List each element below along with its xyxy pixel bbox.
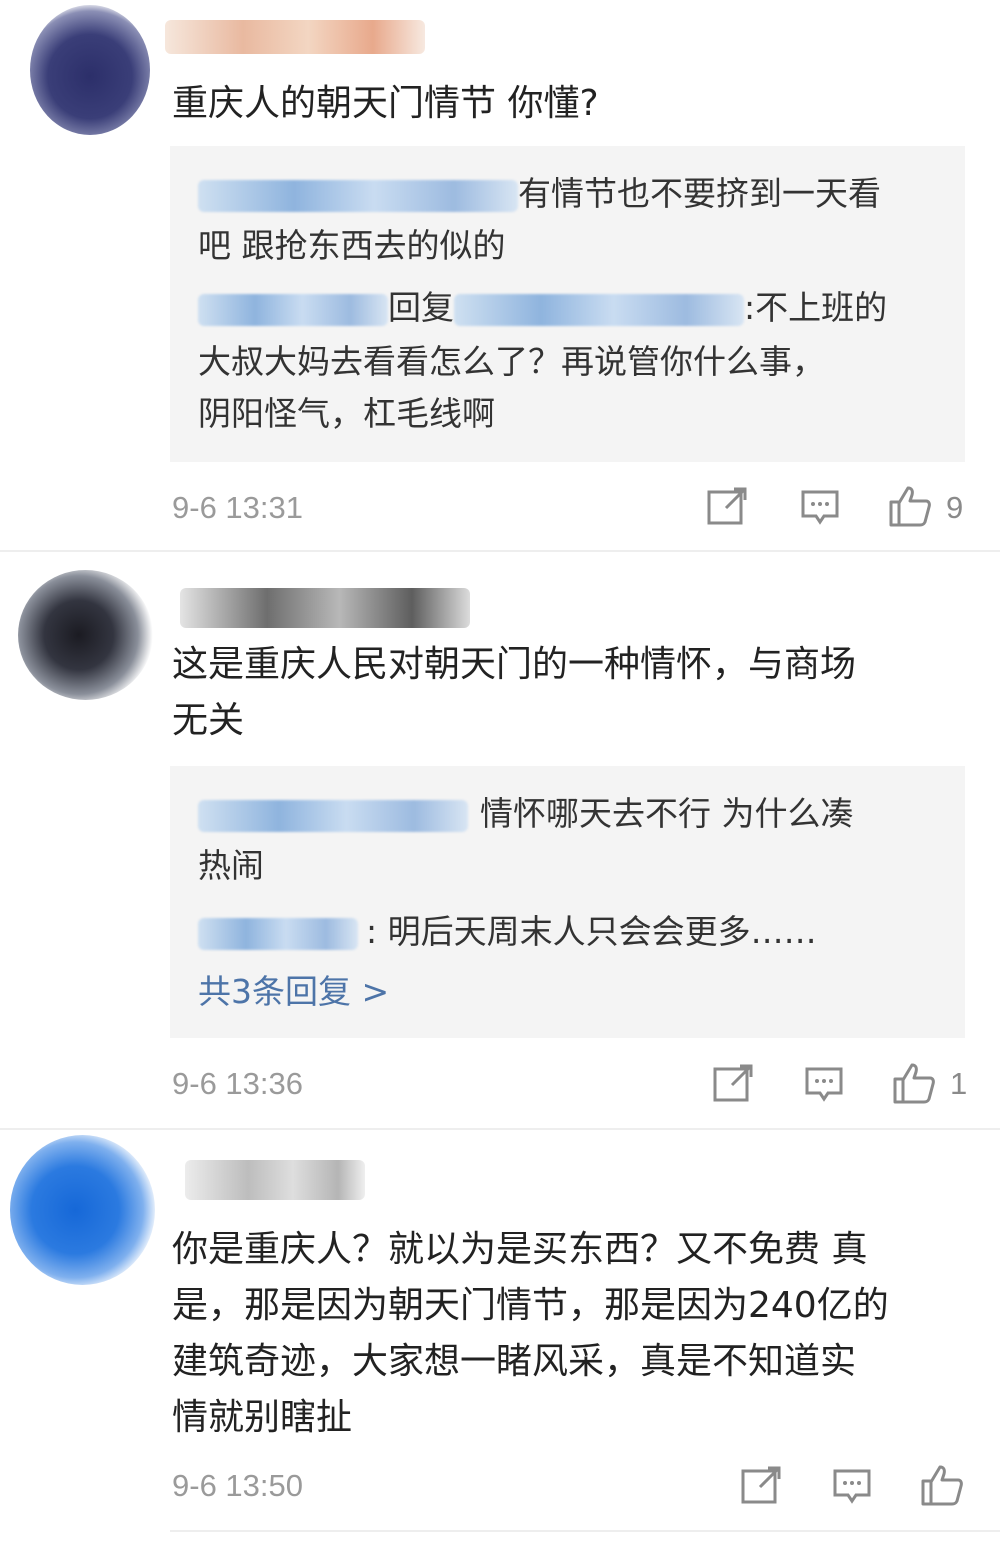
thumbs-up-icon [889,486,931,527]
share-icon [707,487,747,525]
like-count: 9 [946,490,964,525]
username-redacted[interactable] [185,1160,365,1200]
thumbs-up-icon [893,1063,935,1104]
comment-timestamp: 9-6 13:50 [172,1468,303,1503]
comment-text: 你是重庆人？就以为是买东西？又不免费 真 [172,1229,868,1270]
comment-timestamp: 9-6 13:36 [172,1066,303,1101]
reply-text: 情怀哪天去不行 为什么凑 [480,794,854,833]
comment-text: 这是重庆人民对朝天门的一种情怀，与商场 [172,644,857,685]
reply-text-continued: 吧 跟抢东西去的似的 [198,226,506,265]
reply-item[interactable]: 有情节也不要挤到一天看 [198,168,958,220]
like-button[interactable] [892,1061,936,1105]
comment-button[interactable] [804,1065,844,1105]
username-redacted[interactable] [180,588,470,628]
comment-text-continued: 是，那是因为朝天门情节，那是因为240亿的 [172,1285,889,1326]
reply-text: 有情节也不要挤到一天看 [518,174,881,213]
reply-item[interactable]: 回复 :不上班的 [198,282,958,334]
comment-icon [805,1067,843,1102]
comment-button[interactable] [832,1467,872,1507]
reply-box[interactable]: 有情节也不要挤到一天看 吧 跟抢东西去的似的 回复 :不上班的 大叔大妈去看看怎么… [170,146,965,462]
reply-prefix: 回复 [388,288,454,327]
reply-username-redacted[interactable] [198,179,518,212]
comment-timestamp: 9-6 13:31 [172,490,303,525]
reply-text-continued: 热闹 [198,846,264,885]
comment-icon [801,490,839,525]
share-button[interactable] [712,1063,754,1103]
avatar[interactable] [30,5,150,135]
share-button[interactable] [706,486,748,526]
username-redacted[interactable] [165,20,425,54]
reply-text-continued: 大叔大妈去看看怎么了？再说管你什么事， [198,342,825,381]
like-count: 1 [950,1066,968,1101]
comment-icon [833,1469,871,1504]
reply-text-continued: 阴阳怪气，杠毛线啊 [198,394,495,433]
comment-text-continued: 无关 [172,700,245,741]
avatar[interactable] [10,1135,155,1285]
thumbs-up-icon [921,1465,963,1506]
reply-item[interactable]: : 明后天周末人只会会更多…… [198,906,958,958]
avatar[interactable] [18,570,153,700]
reply-item[interactable]: 情怀哪天去不行 为什么凑 [198,788,958,840]
divider [0,550,1000,552]
reply-username-redacted[interactable] [198,293,388,326]
like-button[interactable] [888,484,932,528]
reply-text: :不上班的 [744,288,888,327]
divider [0,1128,1000,1130]
comment-text-continued: 情就别瞎扯 [172,1397,353,1438]
comment-text: 重庆人的朝天门情节 你懂? [172,83,599,124]
comment-text-continued: 建筑奇迹，大家想一睹风采，真是不知道实 [172,1341,857,1382]
reply-box[interactable]: 情怀哪天去不行 为什么凑 热闹 : 明后天周末人只会会更多…… 共3条回复 > [170,766,965,1038]
share-icon [713,1064,753,1102]
divider [170,1530,1000,1532]
like-button[interactable] [920,1463,964,1507]
reply-username-redacted[interactable] [198,799,468,832]
view-all-replies-link[interactable]: 共3条回复 > [198,966,389,1018]
reply-target-redacted[interactable] [454,293,744,326]
share-button[interactable] [740,1465,782,1505]
reply-username-redacted[interactable] [198,917,358,950]
share-icon [741,1466,781,1504]
comment-button[interactable] [800,488,840,528]
reply-text: : 明后天周末人只会会更多…… [366,912,817,951]
